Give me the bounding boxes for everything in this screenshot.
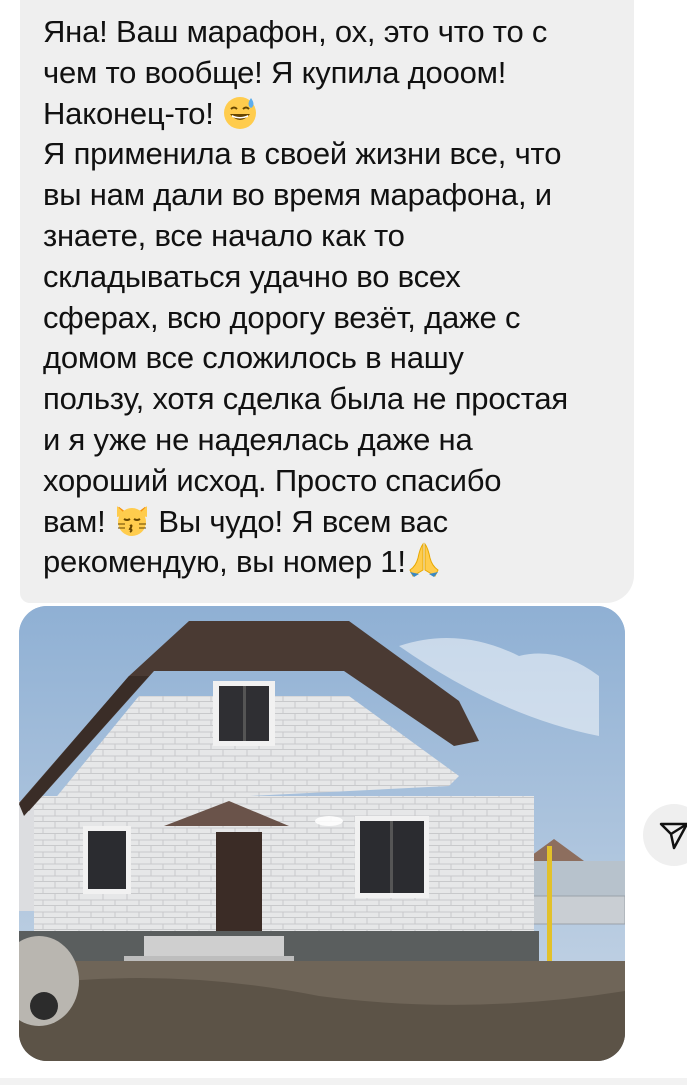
folded-hands-icon	[409, 542, 439, 578]
share-icon	[659, 822, 687, 850]
message-line: вы нам дали во время марафона, и	[43, 177, 552, 213]
message-line: сферах, всю дорогу везёт, даже с	[43, 299, 521, 335]
message-line: складываться удачно во всех	[43, 258, 461, 294]
message-text: Наконец-то!	[43, 95, 214, 131]
share-button[interactable]	[643, 804, 687, 866]
message-text: вам!	[43, 503, 106, 539]
message-line: хороший исход. Просто спасибо	[43, 462, 502, 498]
kissing-cat-icon	[116, 505, 147, 536]
message-line: Яна! Ваш марафон, ох, это что то с	[43, 14, 548, 49]
message-line: домом все сложилось в нашу	[43, 340, 464, 376]
message-text: рекомендую, вы номер 1!	[43, 544, 406, 580]
message-text: Вы чудо! Я всем вас	[158, 503, 448, 539]
bottom-divider	[0, 1078, 687, 1085]
message-line: пользу, хотя сделка была не простая	[43, 381, 568, 417]
message-line: чем то вообще! Я купила дооом!	[43, 54, 507, 90]
message-line: вам! Вы чудо! Я всем вас	[43, 502, 612, 543]
message-line: рекомендую, вы номер 1!	[43, 542, 612, 583]
house-photo[interactable]	[19, 606, 625, 1061]
message-bubble[interactable]: Яна! Ваш марафон, ох, это что то с чем т…	[20, 0, 634, 603]
message-line: и я уже не надеялась даже на	[43, 421, 473, 457]
sweat-smile-icon	[224, 96, 257, 129]
message-line: Я применила в своей жизни все, что	[43, 136, 562, 172]
message-line: Наконец-то!	[43, 94, 612, 135]
message-line: знаете, все начало как то	[43, 217, 405, 253]
